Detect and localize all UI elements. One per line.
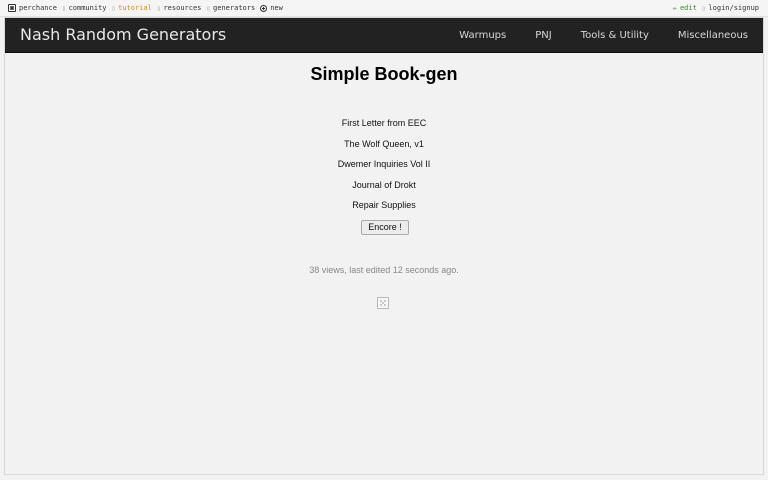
generators-icon: ▯ [206, 4, 211, 12]
nav-link-warmups[interactable]: Warmups [459, 30, 506, 41]
topbar-label-perchance: perchance [19, 4, 57, 12]
topbar-link-perchance[interactable]: perchance [8, 4, 57, 12]
topbar-label-tutorial: tutorial [118, 4, 152, 12]
topbar-label-generators: generators [213, 4, 256, 12]
nav-link-miscellaneous[interactable]: Miscellaneous [678, 30, 748, 41]
generator-frame: Nash Random Generators Warmups PNJ Tools… [4, 17, 764, 475]
nav-links: Warmups PNJ Tools & Utility Miscellaneou… [459, 18, 748, 52]
topbar-link-generators[interactable]: ▯ generators [206, 4, 255, 12]
user-icon: ▯ [701, 4, 706, 12]
output-item: Journal of Drokt [352, 179, 416, 190]
die-icon[interactable] [377, 297, 389, 309]
views-status: 38 views, last edited 12 seconds ago. [309, 265, 459, 275]
encore-button[interactable]: Encore ! [361, 220, 409, 235]
output-item: Repair Supplies [352, 200, 416, 210]
output-item: Dwemer Inquiries Vol II [337, 159, 431, 169]
topbar-link-new[interactable]: new [260, 4, 283, 12]
perchance-topbar: perchance ▯ community ▯ tutorial ▯ resou… [0, 0, 768, 17]
output-list: First Letter from EEC The Wolf Queen, v1… [5, 116, 763, 219]
topbar-link-login[interactable]: ▯ login/signup [702, 4, 759, 12]
plus-circle-icon [260, 4, 268, 12]
site-brand[interactable]: Nash Random Generators [20, 18, 226, 52]
topbar-label-community: community [68, 4, 107, 12]
topbar-label-new: new [270, 4, 283, 12]
tutorial-icon: ▯ [111, 4, 116, 12]
output-item: First Letter from EEC [341, 118, 427, 128]
topbar-link-edit[interactable]: ✏ edit [673, 4, 697, 12]
topbar-link-resources[interactable]: ▯ resources [157, 4, 202, 12]
page-title: Simple Book-gen [310, 64, 458, 84]
resources-icon: ▯ [156, 4, 161, 12]
topbar-label-resources: resources [163, 4, 202, 12]
die-icon [8, 4, 16, 12]
topbar-label-login: login/signup [708, 4, 759, 12]
topbar-right-menu: ✏ edit ▯ login/signup [673, 0, 759, 16]
community-icon: ▯ [61, 4, 66, 12]
nav-link-tools-utility[interactable]: Tools & Utility [581, 30, 649, 41]
nav-link-pnj[interactable]: PNJ [535, 30, 551, 41]
output-item: The Wolf Queen, v1 [344, 138, 424, 149]
topbar-left-menu: perchance ▯ community ▯ tutorial ▯ resou… [8, 0, 283, 16]
topbar-link-tutorial[interactable]: ▯ tutorial [112, 4, 152, 12]
site-navbar: Nash Random Generators Warmups PNJ Tools… [5, 18, 763, 53]
topbar-label-edit: edit [679, 4, 697, 12]
pencil-icon: ✏ [672, 4, 677, 12]
topbar-link-community[interactable]: ▯ community [62, 4, 107, 12]
